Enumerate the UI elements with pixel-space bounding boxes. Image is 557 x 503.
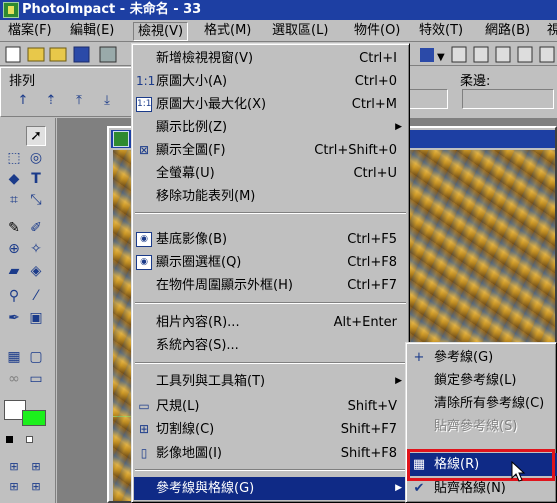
submenu-item-snap-to-guides[interactable]: 貼齊參考線(S): [408, 415, 557, 438]
submenu-arrow-icon: ▶: [395, 483, 402, 493]
menu-selection[interactable]: 選取區(L): [268, 22, 332, 41]
menu-effects[interactable]: 特效(T): [415, 22, 467, 41]
pick-tool-icon[interactable]: ➚: [26, 126, 46, 146]
actual-size-max-icon: 1:1: [136, 97, 152, 112]
menu-separator: [135, 212, 406, 214]
selection-tool-icon[interactable]: ⬚: [4, 148, 24, 168]
bring-forward-icon[interactable]: ↑: [14, 92, 32, 110]
menu-separator: [135, 469, 406, 471]
menu-item-toolbars[interactable]: 工具列與工具箱(T) ▶: [134, 370, 407, 393]
mode-icon-1[interactable]: ⊞: [4, 456, 24, 476]
frame-tool-icon[interactable]: ▢: [26, 347, 46, 367]
swap-colors-icon[interactable]: [26, 436, 33, 443]
view-menu: 新增檢視視窗(V) Ctrl+I 1:1 原圖大小(A) Ctrl+0 1:1 …: [131, 43, 410, 503]
soft-edge-spinner[interactable]: [462, 89, 554, 109]
edge-panel: 柔邊:: [408, 67, 557, 117]
menu-item-guides-and-grid[interactable]: 參考線與格線(G) ▶: [134, 477, 407, 500]
menu-item-fit-all[interactable]: ⊠ 顯示全圖(F) Ctrl+Shift+0: [134, 139, 407, 162]
menu-web[interactable]: 網路(B): [481, 22, 534, 41]
menu-item-zoom-ratio[interactable]: 顯示比例(Z) ▶: [134, 116, 407, 139]
mode-icon-3[interactable]: ⊞: [4, 476, 24, 496]
mode-icon-4[interactable]: ⊞: [26, 476, 46, 496]
send-to-back-icon[interactable]: ⤓: [98, 92, 116, 110]
submenu-item-guides[interactable]: + 參考線(G): [408, 346, 557, 369]
svg-text:▼: ▼: [437, 52, 445, 63]
submenu-arrow-icon: ▶: [395, 376, 402, 386]
submenu-item-lock-guides[interactable]: 鎖定參考線(L): [408, 369, 557, 392]
eye-icon: ◉: [136, 232, 152, 247]
menu-item-ruler[interactable]: ▭ 尺規(L) Shift+V: [134, 395, 407, 418]
text-tool-icon[interactable]: T: [26, 169, 46, 189]
menu-separator: [135, 302, 406, 304]
arrange-label: 排列: [9, 74, 36, 89]
submenu-arrow-icon: ▶: [395, 122, 402, 132]
bring-to-front-icon[interactable]: ⇡: [42, 92, 60, 110]
menu-format[interactable]: 格式(M): [200, 22, 255, 41]
document-icon: [113, 131, 129, 147]
fill-tool-icon[interactable]: ◈: [26, 261, 46, 281]
arrange-panel: 排列 ↑ ⇡ ⤒ ⤓: [0, 67, 133, 117]
menu-item-slice-lines[interactable]: ⊞ 切割線(C) Shift+F7: [134, 418, 407, 441]
title-bar: PhotoImpact - 未命名 - 33: [0, 0, 557, 20]
submenu-item-clear-guides[interactable]: 清除所有參考線(C): [408, 392, 557, 415]
menu-file[interactable]: 檔案(F): [4, 22, 56, 41]
actual-size-icon: 1:1: [136, 74, 156, 88]
value-spinner-1[interactable]: [408, 89, 448, 109]
retouch-tool-icon[interactable]: ✧: [26, 239, 46, 259]
app-icon: [3, 2, 19, 18]
menu-item-base-image[interactable]: ◉ 基底影像(B) Ctrl+F5: [134, 228, 407, 251]
pen-tool-icon[interactable]: ✒: [4, 308, 24, 328]
background-color-swatch[interactable]: [22, 410, 46, 426]
toolbox: ➚ ⬚ ◎ ◆ T ⌗ ⤡ ✎ ✐ ⊕ ✧ ▰ ◈ ⚲ ⁄ ✒ ▣ ▦ ▢ ∞ …: [0, 118, 56, 503]
menu-item-show-marquee[interactable]: ◉ 顯示圈選框(Q) Ctrl+F8: [134, 251, 407, 274]
fit-all-icon: ⊠: [138, 143, 150, 157]
menu-item-actual-size[interactable]: 1:1 原圖大小(A) Ctrl+0: [134, 70, 407, 93]
menu-item-system-properties[interactable]: 系統內容(S)...: [134, 334, 407, 357]
mode-icon-2[interactable]: ⊞: [26, 456, 46, 476]
default-colors-icon[interactable]: [6, 436, 13, 443]
menu-item-photo-properties[interactable]: 相片內容(R)... Alt+Enter: [134, 311, 407, 334]
grid-tool-icon[interactable]: ▦: [4, 347, 24, 367]
ruler-icon: ▭: [138, 399, 150, 413]
menu-window[interactable]: 視: [543, 22, 557, 41]
mouse-pointer-icon: [511, 461, 526, 482]
ruler-tool-icon[interactable]: ▭: [26, 369, 46, 389]
highlight-callout-box: [407, 449, 555, 481]
menu-item-new-view[interactable]: 新增檢視視窗(V) Ctrl+I: [134, 47, 407, 70]
zoom-tool-icon[interactable]: ⚲: [4, 286, 24, 306]
eyedropper-tool-icon[interactable]: ⁄: [26, 286, 46, 306]
brush-tool-icon[interactable]: ✐: [26, 218, 46, 238]
lasso-tool-icon[interactable]: ◎: [26, 148, 46, 168]
menu-object[interactable]: 物件(O): [350, 22, 404, 41]
menu-view[interactable]: 檢視(V): [133, 22, 189, 41]
transform-tool-icon[interactable]: ⤡: [26, 190, 46, 210]
menu-item-remove-menubar[interactable]: 移除功能表列(M): [134, 185, 407, 208]
eraser-tool-icon[interactable]: ▰: [4, 261, 24, 281]
menu-item-object-outline[interactable]: 在物件周圍顯示外框(H) Ctrl+F7: [134, 274, 407, 297]
menu-edit[interactable]: 編輯(E): [66, 22, 118, 41]
menu-bar: 檔案(F) 編輯(E) 檢視(V) 格式(M) 選取區(L) 物件(O) 特效(…: [0, 20, 557, 42]
window-title: PhotoImpact - 未命名 - 33: [22, 2, 202, 17]
slice-icon: ⊞: [138, 422, 150, 436]
plus-icon: +: [413, 350, 425, 365]
path-tool-icon[interactable]: ◆: [4, 169, 24, 189]
image-map-icon: ▯: [140, 446, 148, 460]
crop-tool-icon[interactable]: ⌗: [4, 190, 24, 210]
menu-item-image-map[interactable]: ▯ 影像地圖(I) Shift+F8: [134, 442, 407, 465]
menu-separator: [135, 362, 406, 364]
clone-tool-icon[interactable]: ⊕: [4, 239, 24, 259]
soft-edge-label: 柔邊:: [460, 74, 491, 89]
paint-tool-icon[interactable]: ✎: [4, 218, 24, 238]
menu-item-full-screen[interactable]: 全螢幕(U) Ctrl+U: [134, 162, 407, 185]
eye-icon: ◉: [136, 255, 152, 270]
stamp-tool-icon[interactable]: ▣: [26, 308, 46, 328]
menu-item-actual-size-max[interactable]: 1:1 原圖大小最大化(X) Ctrl+M: [134, 93, 407, 116]
send-backward-icon[interactable]: ⤒: [70, 92, 88, 110]
link-tool-icon[interactable]: ∞: [4, 369, 24, 389]
